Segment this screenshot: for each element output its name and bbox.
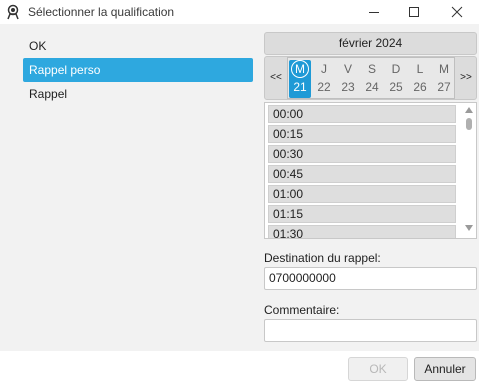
next-week-button[interactable]: >> [456,57,476,99]
day-name: D [391,62,401,76]
qualification-item-rappel[interactable]: Rappel [23,82,253,106]
scroll-down-arrow-icon[interactable] [465,224,473,232]
time-slot-list[interactable]: 00:00 00:15 00:30 00:45 01:00 01:15 01:3… [264,102,477,239]
agent-headset-icon [6,4,20,20]
close-icon [451,6,463,18]
time-slot[interactable]: 00:00 [268,105,456,123]
calendar-days-bar: << M 21 J 22 V 23 S 24 D 25 L 26 M 27 >> [264,56,477,100]
ok-button[interactable]: OK [348,357,408,381]
close-button[interactable] [436,0,478,24]
day-number: 26 [413,80,427,94]
day-cell[interactable]: D 25 [385,60,407,98]
day-number: 23 [341,80,355,94]
day-number: 24 [365,80,379,94]
comment-label: Commentaire: [264,303,340,317]
minimize-icon [369,12,379,13]
day-cell[interactable]: J 22 [313,60,335,98]
title-bar: Sélectionner la qualification [0,0,479,24]
day-name: L [416,62,424,76]
day-name: M [291,60,309,78]
qualification-list: OK Rappel perso Rappel [23,34,253,106]
time-slot[interactable]: 00:15 [268,125,456,143]
maximize-icon [409,7,419,17]
day-cell[interactable]: S 24 [361,60,383,98]
day-cell[interactable]: V 23 [337,60,359,98]
maximize-button[interactable] [393,0,435,24]
qualification-item-rappel-perso[interactable]: Rappel perso [23,58,253,82]
day-number: 27 [437,80,451,94]
day-number: 21 [293,80,307,94]
day-name: J [321,62,327,76]
destination-label: Destination du rappel: [264,251,381,265]
time-slot[interactable]: 01:15 [268,205,456,223]
scrollbar-thumb[interactable] [466,118,472,130]
calendar-days: M 21 J 22 V 23 S 24 D 25 L 26 M 27 [287,57,455,99]
dialog-content: OK Rappel perso Rappel février 2024 << M… [0,24,479,351]
time-slot[interactable]: 01:30 [268,225,456,238]
day-name: M [439,62,449,76]
time-slot[interactable]: 00:45 [268,165,456,183]
minimize-button[interactable] [353,0,395,24]
day-number: 22 [317,80,331,94]
comment-input[interactable] [264,319,477,342]
time-slot[interactable]: 01:00 [268,185,456,203]
time-slot[interactable]: 00:30 [268,145,456,163]
window-title: Sélectionner la qualification [28,5,175,19]
day-cell[interactable]: L 26 [409,60,431,98]
day-number: 25 [389,80,403,94]
day-cell[interactable]: M 21 [289,60,311,98]
cancel-button[interactable]: Annuler [414,357,476,381]
day-name: S [367,62,376,76]
qualification-item-ok[interactable]: OK [23,34,253,58]
time-list-scrollbar[interactable] [462,103,476,238]
destination-input[interactable]: 0700000000 [264,267,477,290]
scroll-up-arrow-icon[interactable] [465,106,473,114]
previous-week-button[interactable]: << [266,57,286,99]
day-cell[interactable]: M 27 [433,60,455,98]
calendar-month-header: février 2024 [264,32,477,55]
day-name: V [343,62,352,76]
